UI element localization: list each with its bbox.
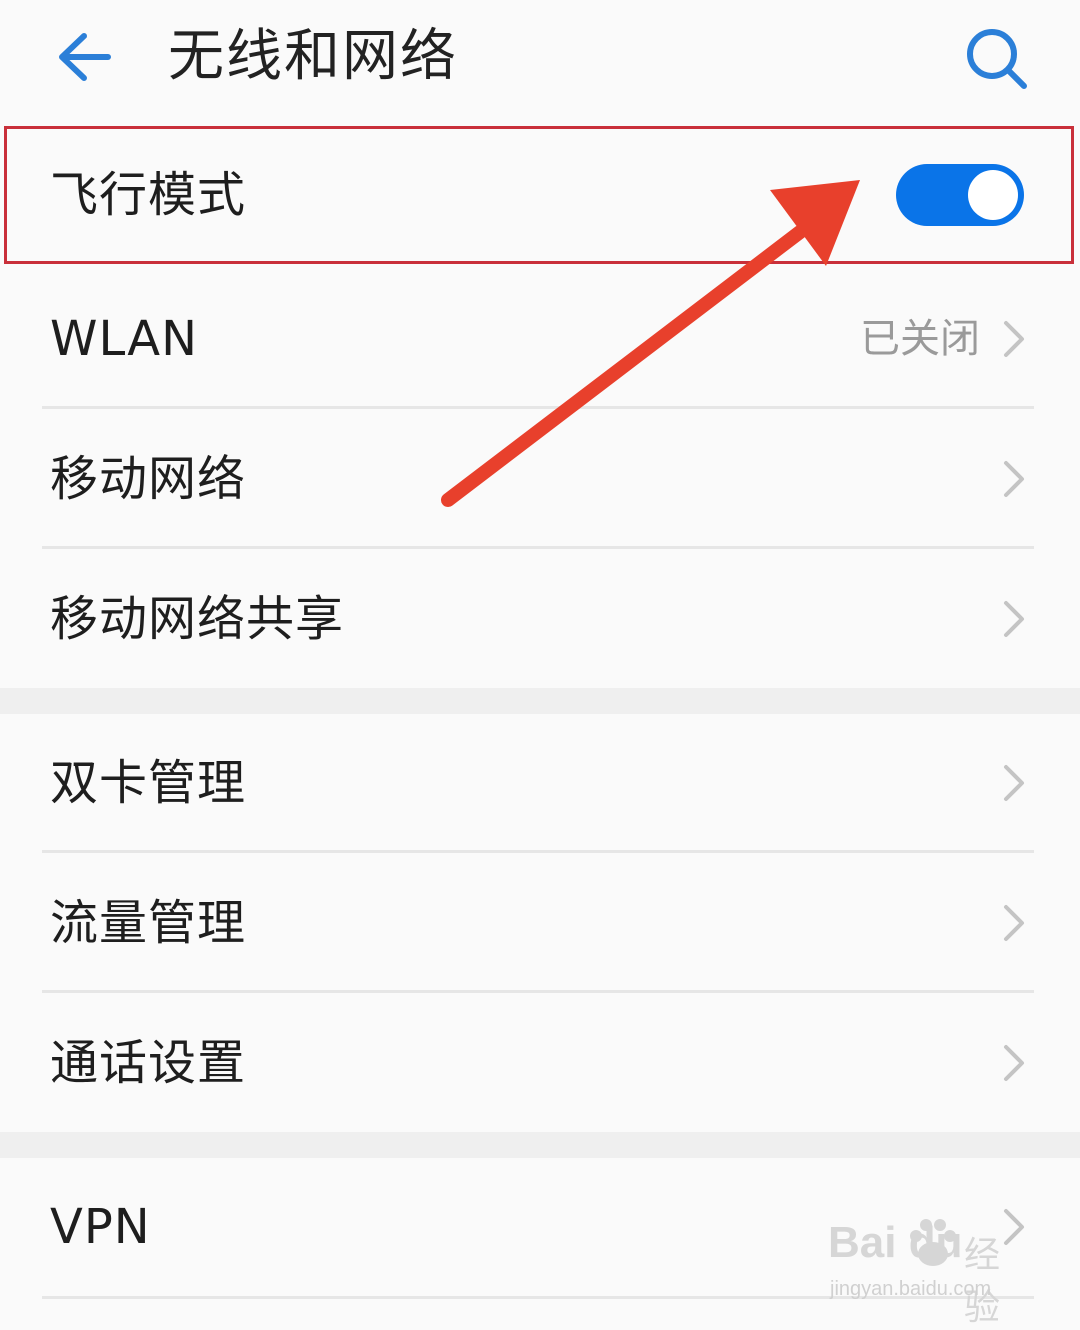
section-gap: [0, 688, 1080, 714]
chevron-right-icon: [1004, 905, 1024, 941]
divider: [42, 990, 1034, 993]
divider: [42, 546, 1034, 549]
airplane-mode-toggle[interactable]: [896, 164, 1024, 226]
top-bar: 无线和网络: [0, 0, 1080, 118]
data-usage-row[interactable]: 流量管理: [0, 854, 1080, 992]
chevron-right-icon: [1004, 765, 1024, 801]
page-title: 无线和网络: [168, 24, 458, 89]
dual-sim-label: 双卡管理: [50, 755, 247, 811]
vpn-label: VPN: [50, 1199, 151, 1255]
chevron-right-icon: [1004, 321, 1024, 357]
watermark-url: jingyan.baidu.com: [830, 1278, 992, 1300]
wlan-row[interactable]: WLAN 已关闭: [0, 270, 1080, 408]
dual-sim-row[interactable]: 双卡管理: [0, 714, 1080, 852]
call-settings-label: 通话设置: [50, 1035, 247, 1091]
paw-icon: [910, 1219, 956, 1266]
wlan-label: WLAN: [50, 311, 199, 367]
tethering-label: 移动网络共享: [50, 591, 345, 647]
baidu-watermark: Bai du 经验 jingyan.baidu.com: [828, 1210, 1028, 1328]
wlan-status: 已关闭: [860, 316, 980, 362]
section-gap: [0, 1132, 1080, 1158]
mobile-network-label: 移动网络: [50, 451, 247, 507]
chevron-right-icon: [1004, 461, 1024, 497]
chevron-right-icon: [1004, 601, 1024, 637]
chevron-right-icon: [1004, 1045, 1024, 1081]
call-settings-row[interactable]: 通话设置: [0, 994, 1080, 1132]
data-usage-label: 流量管理: [50, 895, 247, 951]
divider: [42, 406, 1034, 409]
mobile-network-row[interactable]: 移动网络: [0, 410, 1080, 548]
divider: [42, 850, 1034, 853]
search-icon[interactable]: [960, 22, 1032, 94]
back-arrow-icon[interactable]: [50, 22, 120, 92]
toggle-knob: [968, 170, 1018, 220]
tethering-row[interactable]: 移动网络共享: [0, 550, 1080, 688]
